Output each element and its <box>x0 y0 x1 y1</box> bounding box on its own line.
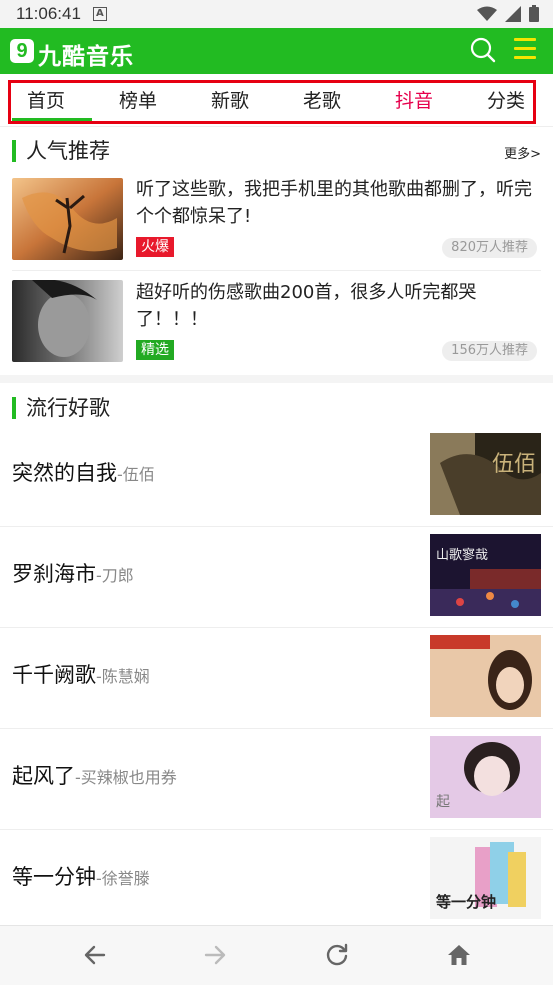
back-arrow-icon[interactable] <box>82 942 108 968</box>
song-cover: 等一分钟 <box>430 837 541 919</box>
bottom-navigation <box>0 925 553 985</box>
recommend-thumbnail <box>12 178 123 260</box>
tab-douyin[interactable]: 抖音 <box>395 86 433 113</box>
tab-home[interactable]: 首页 <box>27 86 65 113</box>
status-time: 11:06:41 <box>16 4 81 23</box>
song-artist: -刀郎 <box>96 566 134 585</box>
song-title: 等一分钟-徐誉滕 <box>12 865 150 889</box>
song-cover <box>430 635 541 717</box>
recommend-thumbnail <box>12 280 123 362</box>
tab-charts[interactable]: 榜单 <box>119 86 157 113</box>
song-artist: -买辣椒也用券 <box>75 768 177 787</box>
section-separator <box>0 375 553 383</box>
song-cover: 伍佰 <box>430 433 541 515</box>
song-artist: -伍佰 <box>117 465 155 484</box>
tag-featured: 精选 <box>136 340 174 360</box>
notification-a-icon: A <box>92 7 107 21</box>
recommend-count: 156万人推荐 <box>442 341 537 361</box>
recommend-count: 820万人推荐 <box>442 238 537 258</box>
logo-badge: 9 <box>10 39 34 63</box>
battery-icon <box>529 5 539 22</box>
search-icon[interactable] <box>469 36 497 64</box>
song-title: 起风了-买辣椒也用券 <box>12 764 177 788</box>
song-artist: -徐誉滕 <box>96 869 150 888</box>
recommend-item[interactable]: 超好听的伤感歌曲200首，很多人听完都哭了！！！ 精选 156万人推荐 <box>0 271 553 372</box>
section-title-trending: 流行好歌 <box>12 397 110 419</box>
logo-text: 九酷音乐 <box>38 44 134 70</box>
song-item[interactable]: 等一分钟-徐誉滕 等一分钟 <box>0 829 553 931</box>
song-artist: -陈慧娴 <box>96 667 150 686</box>
song-item[interactable]: 罗刹海市-刀郎 山歌寥哉 <box>0 526 553 628</box>
song-item[interactable]: 千千阙歌-陈慧娴 <box>0 627 553 729</box>
forward-arrow-icon[interactable] <box>202 942 228 968</box>
svg-text:等一分钟: 等一分钟 <box>436 893 496 911</box>
status-bar: 11:06:41 A <box>0 0 553 28</box>
svg-text:山歌寥哉: 山歌寥哉 <box>436 547 488 563</box>
home-icon[interactable] <box>446 942 472 968</box>
svg-text:伍佰: 伍佰 <box>492 452 536 477</box>
song-cover: 起 <box>430 736 541 818</box>
svg-text:起: 起 <box>436 794 450 810</box>
song-title: 千千阙歌-陈慧娴 <box>12 663 150 687</box>
wifi-icon <box>477 6 497 21</box>
status-icons <box>477 5 539 22</box>
menu-icon[interactable] <box>514 38 538 62</box>
tab-old-songs[interactable]: 老歌 <box>303 86 341 113</box>
song-title: 突然的自我-伍佰 <box>12 461 155 485</box>
refresh-icon[interactable] <box>324 942 350 968</box>
active-tab-indicator <box>12 118 92 121</box>
song-item[interactable]: 突然的自我-伍佰 伍佰 <box>0 425 553 527</box>
song-title: 罗刹海市-刀郎 <box>12 562 134 586</box>
recommend-item[interactable]: 听了这些歌，我把手机里的其他歌曲都删了，听完个个都惊呆了! 火爆 820万人推荐 <box>0 170 553 271</box>
tab-new-songs[interactable]: 新歌 <box>211 86 249 113</box>
song-cover: 山歌寥哉 <box>430 534 541 616</box>
recommend-title: 超好听的伤感歌曲200首，很多人听完都哭了！！！ <box>136 282 477 330</box>
app-header: 9 九酷音乐 <box>0 28 553 74</box>
tag-hot: 火爆 <box>136 237 174 257</box>
more-link[interactable]: 更多> <box>504 143 541 162</box>
category-tabs: 首页 榜单 新歌 老歌 抖音 分类 <box>0 74 553 127</box>
song-item[interactable]: 起风了-买辣椒也用券 起 <box>0 728 553 830</box>
section-title-popular: 人气推荐 <box>12 140 110 162</box>
recommend-title: 听了这些歌，我把手机里的其他歌曲都删了，听完个个都惊呆了! <box>136 179 532 227</box>
signal-icon <box>505 5 521 22</box>
tab-categories[interactable]: 分类 <box>487 86 525 113</box>
